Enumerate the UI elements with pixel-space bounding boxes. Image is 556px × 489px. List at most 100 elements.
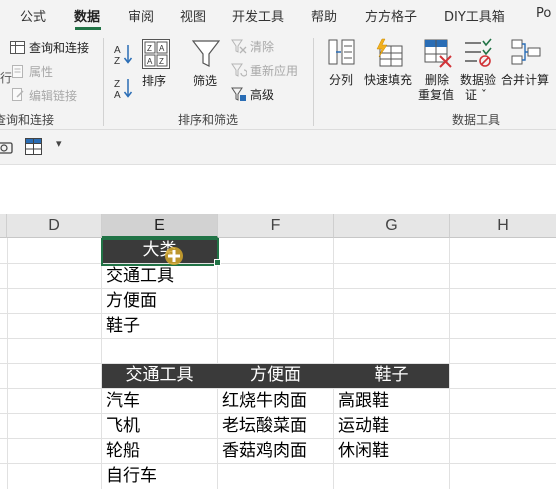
consolidate-icon [511,39,541,65]
active-tab-indicator [75,27,101,30]
svg-text:Z: Z [147,44,152,53]
table-cell[interactable]: 飞机 [106,414,140,439]
table-cell[interactable]: 汽车 [106,389,140,414]
table-cell[interactable]: 运动鞋 [338,414,389,439]
table-cell[interactable]: 香菇鸡肉面 [222,439,307,464]
fill-handle[interactable] [214,259,221,266]
tab-help[interactable]: 帮助 [311,6,337,25]
svg-text:Z: Z [159,57,164,66]
camera-button[interactable] [0,139,14,155]
data-validation-label-line2: 证 ˇ [465,88,487,102]
query-group-label: 查询和连接 [0,113,55,127]
data-tools-group-label: 数据工具 [452,113,501,127]
sort-filter-group-label: 排序和筛选 [178,113,239,127]
column-header-h[interactable]: H [450,214,556,238]
remove-duplicates-label-line2: 重复值 [418,88,455,102]
category-item[interactable]: 方便面 [106,289,157,314]
grid-table-icon [25,138,42,155]
formula-bar[interactable] [0,165,556,205]
tab-data[interactable]: 数据 [74,6,100,25]
remove-duplicates-button[interactable]: 删除 重复值 [417,38,457,106]
edit-links-icon [12,88,24,101]
filter-button[interactable]: 筛选 [191,39,223,99]
table-cell[interactable]: 红烧牛肉面 [222,389,307,414]
split-columns-icon [328,39,355,65]
svg-text:A: A [159,44,165,53]
tab-diy-toolbox[interactable]: DIY工具箱 [444,6,505,25]
reapply-label: 重新应用 [250,64,299,78]
reapply-icon [231,63,247,77]
table-cell[interactable]: 轮船 [106,439,140,464]
split-label: 分列 [329,73,354,87]
gridline [0,338,556,339]
tab-fangfang[interactable]: 方方格子 [365,6,417,25]
queries-connections-label: 查询和连接 [29,41,90,55]
tab-formulas[interactable]: 公式 [20,6,46,25]
table-cell[interactable]: 高跟鞋 [338,389,389,414]
category-item[interactable]: 鞋子 [106,314,140,339]
remove-duplicates-icon [424,39,452,68]
flash-fill-label: 快速填充 [364,73,413,87]
sort-button[interactable]: Z A A Z 排序 [140,39,172,99]
flash-fill-icon [376,38,403,67]
data-validation-icon [465,38,492,67]
column-header-g[interactable]: G [334,214,450,238]
gridline [0,263,556,264]
advanced-filter-icon [231,87,246,101]
category-item[interactable]: 交通工具 [106,264,174,289]
filter-label: 筛选 [193,74,218,88]
table-cell[interactable]: 自行车 [106,464,157,489]
truncated-ribbon-text: 行 [0,71,13,85]
table-header-cell[interactable]: 交通工具 [102,363,217,388]
tab-review[interactable]: 审阅 [128,6,154,25]
ribbon-tab-bar: 公式 数据 审阅 视图 开发工具 帮助 方方格子 DIY工具箱 Po [0,0,556,32]
group-divider [103,38,104,126]
gridline [0,313,556,314]
table-cell[interactable]: 老坛酸菜面 [222,414,307,439]
sort-ascending-button[interactable]: A Z [112,42,134,66]
worksheet-grid[interactable]: D E F G H 大类 交通工具 方便面 鞋子 交通工具 方便面 鞋子 汽车 … [0,214,556,489]
gridline [0,288,556,289]
svg-text:Z: Z [114,56,120,66]
row-header-corner[interactable] [0,214,7,238]
consolidate-label: 合并计算 [501,73,550,87]
group-divider [313,38,314,126]
tab-developer[interactable]: 开发工具 [232,6,284,25]
flash-fill-button[interactable]: 快速填充 [364,38,414,98]
advanced-label: 高级 [250,88,275,102]
column-header-f[interactable]: F [218,214,334,238]
consolidate-button[interactable]: 合并计算 [500,38,556,98]
edit-links-label: 编辑链接 [29,89,78,103]
sort-descending-button[interactable]: Z A [112,76,134,100]
tab-power[interactable]: Po [536,6,551,21]
move-cursor-icon [165,247,183,265]
table-icon [10,41,25,54]
table-format-button[interactable] [25,138,42,155]
column-header-e[interactable]: E [102,214,218,238]
table-cell[interactable]: 休闲鞋 [338,439,389,464]
customize-toolbar-dropdown[interactable]: ▾ [56,137,62,150]
tab-view[interactable]: 视图 [180,6,206,25]
clear-label: 清除 [250,40,275,54]
svg-text:A: A [147,57,153,66]
sort-z-a-icon: Z A [114,79,133,100]
sort-label: 排序 [142,74,167,88]
text-to-columns-button[interactable]: 分列 [326,38,356,98]
ribbon: 行 查询和连接 属性 编辑链接 查询和连接 A Z Z A Z A A Z 排序… [0,32,556,130]
quick-access-toolbar: ▾ [0,130,556,165]
table-header-cell[interactable]: 方便面 [218,363,333,388]
svg-text:A: A [114,90,121,100]
sort-dialog-icon: Z A A Z [142,39,170,69]
svg-text:A: A [114,45,121,56]
funnel-icon [192,40,220,67]
properties-label: 属性 [29,65,54,79]
table-header-cell[interactable]: 鞋子 [334,363,449,388]
clear-filter-icon [231,39,247,54]
properties-icon [12,65,23,78]
sort-a-z-icon: A Z [114,45,133,66]
svg-text:Z: Z [114,79,120,90]
camera-icon [0,142,13,154]
active-cell-border [101,238,219,266]
column-header-d[interactable]: D [7,214,102,238]
data-validation-button[interactable]: 数据验 证 ˇ [459,38,499,106]
